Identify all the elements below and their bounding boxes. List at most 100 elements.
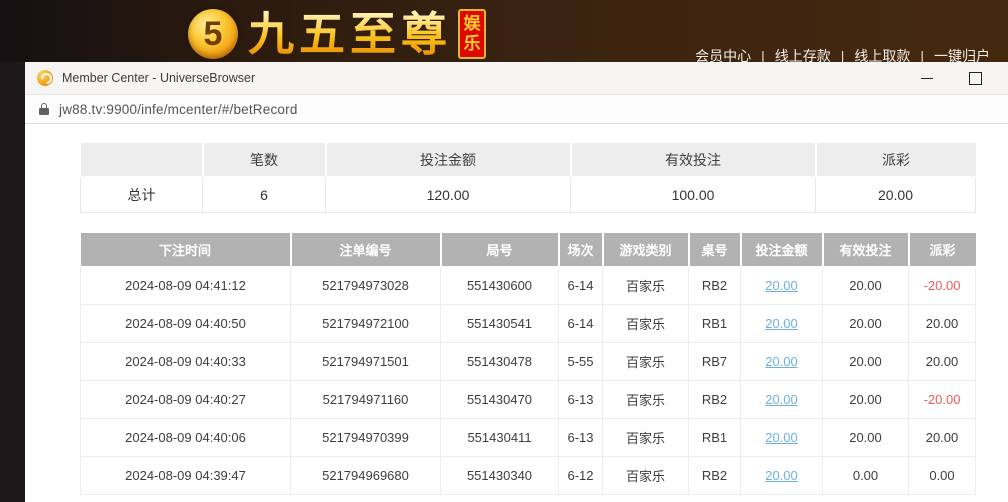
bet-row: 2024-08-09 04:40:50521794972100551430541… xyxy=(81,305,976,343)
bet-cell-valid_bet: 20.00 xyxy=(823,419,909,457)
bet-amount-link[interactable]: 20.00 xyxy=(765,354,798,369)
banner-nav-link-1[interactable]: 线上存款 xyxy=(775,48,831,62)
browser-favicon-icon xyxy=(37,70,53,86)
bet-cell-valid_bet: 20.00 xyxy=(823,381,909,419)
nav-separator: | xyxy=(841,48,845,62)
bet-cell-order_no: 521794970399 xyxy=(291,419,441,457)
address-bar[interactable]: jw88.tv:9900/infe/mcenter/#/betRecord xyxy=(25,95,1008,124)
bet-cell-payout: 20.00 xyxy=(909,305,976,343)
bet-record-table: 下注时间注单编号局号场次游戏类别桌号投注金额有效投注派彩 2024-08-09 … xyxy=(80,231,976,496)
bet-cell-bet_amount: 20.00 xyxy=(741,343,823,381)
summary-header-cell: 笔数 xyxy=(203,142,326,177)
coin-logo-icon: 5 xyxy=(188,9,238,59)
bet-cell-round_no: 551430340 xyxy=(441,457,559,495)
browser-title-bar: Member Center - UniverseBrowser xyxy=(25,62,1008,95)
bet-cell-order_no: 521794972100 xyxy=(291,305,441,343)
bet-row: 2024-08-09 04:41:12521794973028551430600… xyxy=(81,267,976,305)
summary-value-cell: 100.00 xyxy=(571,177,816,212)
bet-cell-time: 2024-08-09 04:40:33 xyxy=(81,343,291,381)
bet-cell-session: 6-13 xyxy=(559,419,603,457)
bet-cell-time: 2024-08-09 04:40:27 xyxy=(81,381,291,419)
bet-table-body: 2024-08-09 04:41:12521794973028551430600… xyxy=(81,267,976,495)
summary-value-cell: 20.00 xyxy=(816,177,976,212)
bet-cell-time: 2024-08-09 04:40:50 xyxy=(81,305,291,343)
bet-header-cell: 派彩 xyxy=(909,232,976,267)
site-logo-text: 九五至尊 xyxy=(248,9,452,59)
bet-row: 2024-08-09 04:40:06521794970399551430411… xyxy=(81,419,976,457)
page-content: 笔数投注金额有效投注派彩 总计6120.00100.0020.00 下注时间注单… xyxy=(25,124,1008,501)
bet-cell-valid_bet: 0.00 xyxy=(823,457,909,495)
site-logo: 5 九五至尊 娱 乐 xyxy=(188,9,486,59)
bet-cell-payout: 0.00 xyxy=(909,457,976,495)
bet-header-cell: 场次 xyxy=(559,232,603,267)
bet-amount-link[interactable]: 20.00 xyxy=(765,316,798,331)
bet-cell-table_no: RB1 xyxy=(689,419,741,457)
bet-cell-valid_bet: 20.00 xyxy=(823,305,909,343)
minimize-button[interactable] xyxy=(920,71,934,85)
nav-separator: | xyxy=(761,48,765,62)
bet-header-cell: 下注时间 xyxy=(81,232,291,267)
bet-row: 2024-08-09 04:39:47521794969680551430340… xyxy=(81,457,976,495)
bet-cell-payout: -20.00 xyxy=(909,381,976,419)
badge-char-top: 娱 xyxy=(464,14,481,34)
bet-cell-session: 6-14 xyxy=(559,267,603,305)
site-banner: 5 九五至尊 娱 乐 会员中心 | 线上存款 | 线上取款 | 一键归户 xyxy=(0,0,1008,62)
bet-cell-payout: -20.00 xyxy=(909,267,976,305)
nav-separator: | xyxy=(920,48,924,62)
bet-amount-link[interactable]: 20.00 xyxy=(765,392,798,407)
bet-cell-table_no: RB7 xyxy=(689,343,741,381)
bet-cell-bet_amount: 20.00 xyxy=(741,381,823,419)
bet-table-header-row: 下注时间注单编号局号场次游戏类别桌号投注金额有效投注派彩 xyxy=(81,232,976,267)
bet-cell-table_no: RB2 xyxy=(689,457,741,495)
bet-cell-bet_amount: 20.00 xyxy=(741,267,823,305)
summary-header-cell: 有效投注 xyxy=(571,142,816,177)
bet-amount-link[interactable]: 20.00 xyxy=(765,430,798,445)
bet-cell-payout: 20.00 xyxy=(909,343,976,381)
bet-cell-game_type: 百家乐 xyxy=(603,457,689,495)
lock-icon xyxy=(39,103,49,115)
bet-cell-game_type: 百家乐 xyxy=(603,343,689,381)
banner-nav: 会员中心 | 线上存款 | 线上取款 | 一键归户 xyxy=(695,46,990,62)
bet-row: 2024-08-09 04:40:27521794971160551430470… xyxy=(81,381,976,419)
bet-cell-order_no: 521794969680 xyxy=(291,457,441,495)
bet-row: 2024-08-09 04:40:33521794971501551430478… xyxy=(81,343,976,381)
bet-amount-link[interactable]: 20.00 xyxy=(765,468,798,483)
banner-nav-link-3[interactable]: 一键归户 xyxy=(934,48,990,62)
bet-header-cell: 桌号 xyxy=(689,232,741,267)
bet-cell-round_no: 551430541 xyxy=(441,305,559,343)
bet-cell-valid_bet: 20.00 xyxy=(823,267,909,305)
bet-cell-round_no: 551430470 xyxy=(441,381,559,419)
bet-cell-game_type: 百家乐 xyxy=(603,305,689,343)
bet-cell-game_type: 百家乐 xyxy=(603,267,689,305)
bet-cell-time: 2024-08-09 04:39:47 xyxy=(81,457,291,495)
bet-cell-table_no: RB1 xyxy=(689,305,741,343)
bet-cell-round_no: 551430411 xyxy=(441,419,559,457)
bet-cell-round_no: 551430478 xyxy=(441,343,559,381)
summary-value-cell: 120.00 xyxy=(326,177,571,212)
desktop: 5 九五至尊 娱 乐 会员中心 | 线上存款 | 线上取款 | 一键归户 Member Ce… xyxy=(0,0,1008,502)
banner-nav-link-2[interactable]: 线上取款 xyxy=(854,48,910,62)
bet-amount-link[interactable]: 20.00 xyxy=(765,278,798,293)
bet-header-cell: 局号 xyxy=(441,232,559,267)
bet-cell-valid_bet: 20.00 xyxy=(823,343,909,381)
bet-cell-bet_amount: 20.00 xyxy=(741,305,823,343)
bet-cell-order_no: 521794971501 xyxy=(291,343,441,381)
bet-header-cell: 投注金额 xyxy=(741,232,823,267)
bet-cell-session: 6-13 xyxy=(559,381,603,419)
bet-cell-payout: 20.00 xyxy=(909,419,976,457)
summary-total-row: 总计6120.00100.0020.00 xyxy=(81,177,976,212)
window-controls xyxy=(920,71,982,85)
bet-cell-bet_amount: 20.00 xyxy=(741,457,823,495)
summary-header-cell: 投注金额 xyxy=(326,142,571,177)
browser-window: Member Center - UniverseBrowser jw88.tv:… xyxy=(25,62,1008,502)
bet-cell-session: 5-55 xyxy=(559,343,603,381)
url-text[interactable]: jw88.tv:9900/infe/mcenter/#/betRecord xyxy=(59,102,298,117)
summary-header-row: 笔数投注金额有效投注派彩 xyxy=(81,142,976,177)
window-title: Member Center - UniverseBrowser xyxy=(62,71,255,85)
bet-header-cell: 注单编号 xyxy=(291,232,441,267)
maximize-button[interactable] xyxy=(968,71,982,85)
bet-cell-order_no: 521794973028 xyxy=(291,267,441,305)
bet-cell-time: 2024-08-09 04:40:06 xyxy=(81,419,291,457)
banner-nav-link-0[interactable]: 会员中心 xyxy=(695,48,751,62)
bet-cell-bet_amount: 20.00 xyxy=(741,419,823,457)
